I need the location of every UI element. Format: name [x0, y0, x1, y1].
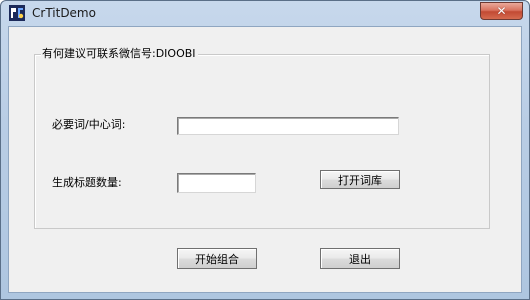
close-button[interactable]: ✕	[480, 2, 523, 20]
keyword-input[interactable]	[177, 117, 399, 135]
window-title: CrTitDemo	[32, 6, 96, 20]
title-count-input[interactable]	[177, 173, 256, 193]
groupbox-legend: 有何建议可联系微信号:DIOOBI	[41, 47, 198, 61]
title-count-label: 生成标题数量:	[52, 176, 122, 189]
title-bar[interactable]: CrTitDemo ✕	[1, 1, 529, 25]
keyword-label: 必要词/中心词:	[52, 118, 126, 131]
suggestion-groupbox: 有何建议可联系微信号:DIOOBI	[34, 47, 490, 229]
close-icon: ✕	[496, 4, 507, 18]
open-library-button[interactable]: 打开词库	[320, 170, 400, 189]
exit-button[interactable]: 退出	[320, 248, 400, 269]
app-window: CrTitDemo ✕ 有何建议可联系微信号:DIOOBI 必要词/中心词: 生…	[0, 0, 530, 300]
client-area: 有何建议可联系微信号:DIOOBI 必要词/中心词: 生成标题数量: 打开词库 …	[8, 26, 522, 293]
start-combine-button[interactable]: 开始组合	[177, 248, 257, 269]
crtitdemo-app-icon	[9, 5, 25, 21]
